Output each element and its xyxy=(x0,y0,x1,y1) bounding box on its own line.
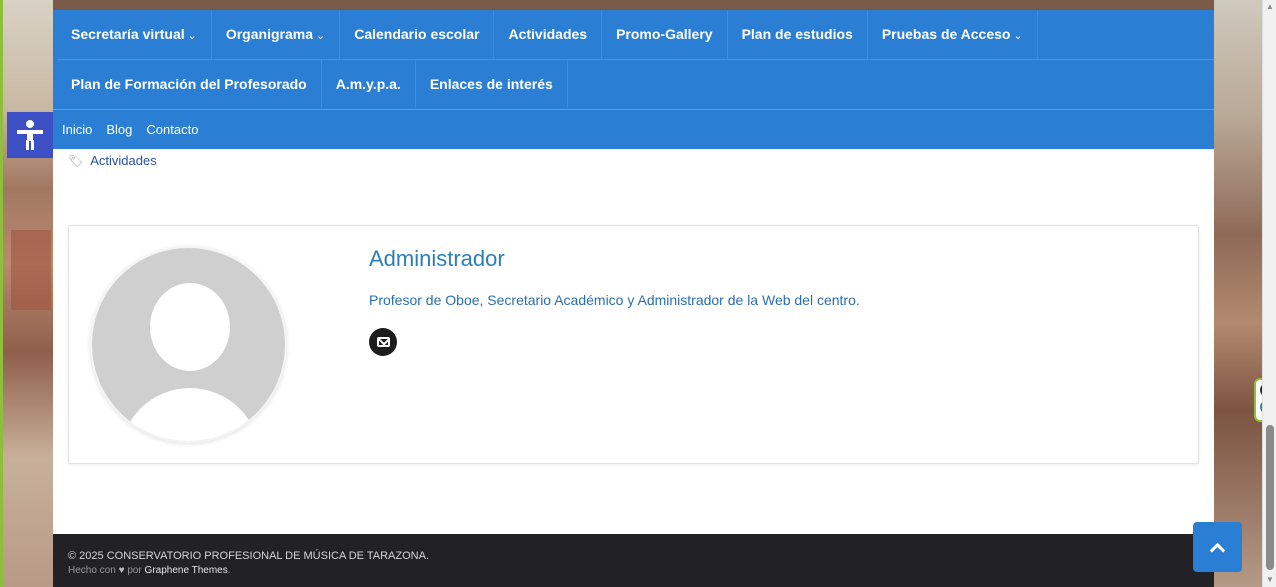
main-navbar: Secretaría virtual ⌄ Organigrama ⌄ Calenda… xyxy=(53,10,1214,109)
nav-row-2: Plan de Formación del Profesorado A.m.y.… xyxy=(57,59,1214,108)
nav-label: Enlaces de interés xyxy=(429,76,553,92)
page: Secretaría virtual ⌄ Organigrama ⌄ Calenda… xyxy=(53,10,1214,587)
nav-label: A.m.y.p.a. xyxy=(335,76,401,92)
accessibility-icon xyxy=(17,120,43,150)
nav-item-secretaria-virtual[interactable]: Secretaría virtual ⌄ xyxy=(57,10,212,59)
heart-icon: ♥ xyxy=(118,565,125,576)
scroll-down-arrow-icon[interactable]: ▼ xyxy=(1263,573,1276,587)
accessibility-button[interactable] xyxy=(7,112,53,158)
footer-copyright: © 2025 CONSERVATORIO PROFESIONAL DE MÚSI… xyxy=(68,550,430,562)
author-card: Administrador Profesor de Oboe, Secretar… xyxy=(68,225,1199,464)
footer-made-by: por xyxy=(127,565,142,576)
avatar-body xyxy=(120,388,260,441)
breadcrumb-category-link[interactable]: Actividades xyxy=(90,153,156,168)
background-left xyxy=(0,0,53,587)
subnav-link-contacto[interactable]: Contacto xyxy=(146,122,198,137)
footer: © 2025 CONSERVATORIO PROFESIONAL DE MÚSI… xyxy=(53,534,1214,587)
scrollbar[interactable]: ▲ ▼ xyxy=(1262,0,1276,587)
breadcrumb: 🏷 Actividades xyxy=(68,153,157,168)
nav-label: Plan de estudios xyxy=(741,26,853,42)
nav-label: Promo-Gallery xyxy=(616,26,713,42)
nav-item-plan-de-estudios[interactable]: Plan de estudios xyxy=(728,10,868,59)
subnav-link-inicio[interactable]: Inicio xyxy=(62,122,92,137)
background-right xyxy=(1214,0,1262,587)
author-bio: Profesor de Oboe, Secretario Académico y… xyxy=(369,292,860,308)
chevron-down-icon: ⌄ xyxy=(187,30,197,42)
avatar xyxy=(90,246,287,443)
nav-label: Pruebas de Acceso xyxy=(881,26,1011,42)
nav-label: Plan de Formación del Profesorado xyxy=(71,76,307,92)
nav-item-pruebas-de-acceso[interactable]: Pruebas de Acceso ⌄ xyxy=(868,10,1038,59)
chevron-down-icon: ⌄ xyxy=(315,30,326,42)
avatar-head xyxy=(150,283,230,371)
footer-theme-link[interactable]: Graphene Themes xyxy=(145,565,228,576)
scrollbar-thumb[interactable] xyxy=(1266,425,1274,570)
nav-item-plan-formacion[interactable]: Plan de Formación del Profesorado xyxy=(57,60,322,108)
nav-item-organigrama[interactable]: Organigrama ⌄ xyxy=(212,10,341,59)
secondary-nav: Inicio Blog Contacto xyxy=(53,109,1214,149)
nav-label: Actividades xyxy=(508,26,588,42)
back-to-top-button[interactable] xyxy=(1193,522,1242,572)
nav-label: Organigrama xyxy=(225,26,313,42)
author-name[interactable]: Administrador xyxy=(369,246,505,272)
tags-icon: 🏷 xyxy=(68,153,84,168)
envelope-icon xyxy=(376,337,390,347)
nav-item-enlaces-de-interes[interactable]: Enlaces de interés xyxy=(416,60,568,108)
footer-made-prefix: Hecho con xyxy=(68,565,116,576)
chevron-down-icon: ⌄ xyxy=(1013,30,1023,42)
footer-credit: Hecho con ♥ por Graphene Themes. xyxy=(68,565,1214,576)
nav-label: Calendario escolar xyxy=(354,26,480,42)
footer-suffix: . xyxy=(227,565,231,576)
nav-label: Secretaría virtual xyxy=(71,26,185,42)
nav-item-amypa[interactable]: A.m.y.p.a. xyxy=(322,60,416,108)
nav-row-1: Secretaría virtual ⌄ Organigrama ⌄ Calenda… xyxy=(57,10,1214,59)
subnav-link-blog[interactable]: Blog xyxy=(106,122,132,137)
scroll-up-arrow-icon[interactable]: ▲ xyxy=(1263,0,1276,14)
nav-item-calendario-escolar[interactable]: Calendario escolar xyxy=(340,10,495,59)
nav-item-actividades[interactable]: Actividades xyxy=(494,10,603,59)
email-button[interactable] xyxy=(369,328,397,356)
chevron-up-icon xyxy=(1209,542,1226,558)
nav-item-promo-gallery[interactable]: Promo-Gallery xyxy=(602,10,728,59)
